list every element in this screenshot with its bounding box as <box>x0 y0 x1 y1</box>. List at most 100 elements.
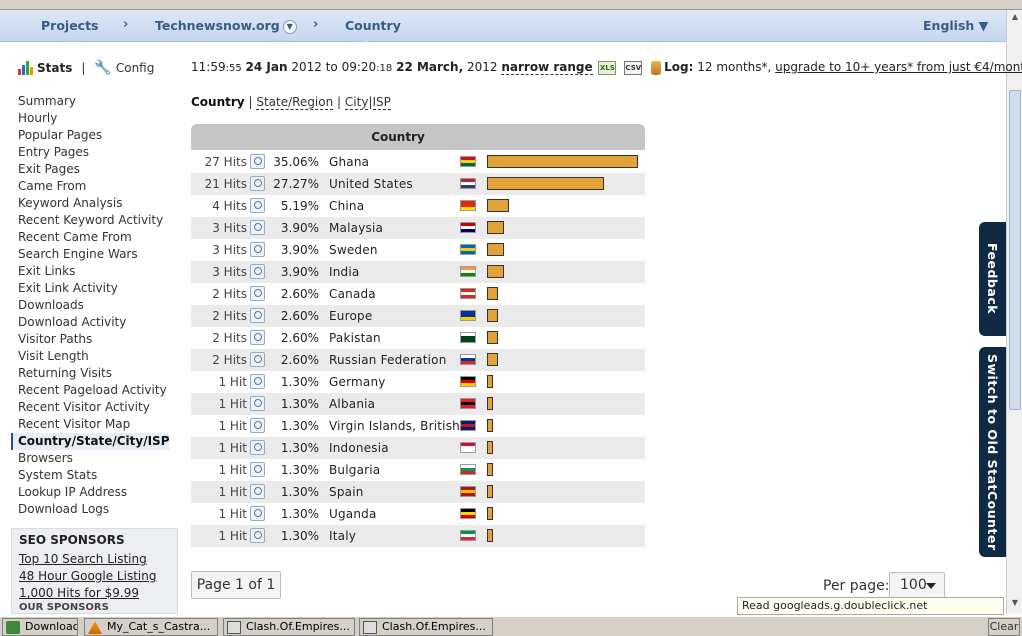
sidebar-item[interactable]: Country/State/City/ISP <box>11 433 170 450</box>
sponsor-link[interactable]: 1,000 Hits for $9.99 <box>19 585 177 602</box>
table-row: 3 Hits 3.90% Malaysia <box>191 217 645 239</box>
sidebar-item[interactable]: Came From <box>18 178 178 195</box>
flag-icon <box>460 288 476 299</box>
sidebar-item[interactable]: Recent Keyword Activity <box>18 212 178 229</box>
sponsor-link[interactable]: Top 10 Search Listing <box>19 551 177 568</box>
scroll-up-icon[interactable]: ▲ <box>1009 12 1021 24</box>
magnify-icon[interactable] <box>250 286 265 301</box>
sponsor-link[interactable]: 48 Hour Google Listing <box>19 568 177 585</box>
sidebar-item[interactable]: Exit Pages <box>18 161 178 178</box>
top-nav-bar: Projects › Technewsnow.org ▼ › Country En… <box>0 10 1006 42</box>
magnify-icon[interactable] <box>250 264 265 279</box>
sidebar-item[interactable]: Download Logs <box>18 501 178 518</box>
magnify-icon[interactable] <box>250 242 265 257</box>
date-range-row: 11:59:55 24 Jan 2012 to 09:20:18 22 Marc… <box>191 60 1022 75</box>
tab-isp[interactable]: ISP <box>372 95 391 110</box>
language-selector[interactable]: English ▼ <box>923 18 988 33</box>
sidebar-item[interactable]: Summary <box>18 93 178 110</box>
nav-site-selector[interactable]: Technewsnow.org ▼ <box>155 18 297 34</box>
sidebar-item[interactable]: Keyword Analysis <box>18 195 178 212</box>
sidebar-item[interactable]: Popular Pages <box>18 127 178 144</box>
toolbar-separator: | <box>81 61 86 75</box>
page-scrollbar[interactable]: ▲ ▼ <box>1006 10 1022 614</box>
sidebar-item[interactable]: Browsers <box>18 450 178 467</box>
percentage: 3.90% <box>280 265 319 279</box>
upgrade-link[interactable]: upgrade to 10+ years* from just €4/month <box>775 60 1022 74</box>
flag-icon <box>460 156 476 167</box>
magnify-icon[interactable] <box>250 374 265 389</box>
nav-active-pointer <box>359 36 373 43</box>
magnify-icon[interactable] <box>250 418 265 433</box>
excel-icon[interactable]: XLS <box>598 60 617 75</box>
narrow-range-link[interactable]: narrow range <box>501 60 593 75</box>
sidebar-item[interactable]: Entry Pages <box>18 144 178 161</box>
magnify-icon[interactable] <box>250 440 265 455</box>
magnify-icon[interactable] <box>250 462 265 477</box>
sidebar-item[interactable]: Visit Length <box>18 348 178 365</box>
percentage-bar <box>487 243 504 256</box>
taskbar-downloads[interactable]: Downloads <box>2 618 78 636</box>
sidebar-item[interactable]: Downloads <box>18 297 178 314</box>
hits-count: 2 Hits <box>212 287 247 301</box>
hits-count: 1 Hit <box>218 485 247 499</box>
sidebar-item[interactable]: Exit Links <box>18 263 178 280</box>
feedback-tab[interactable]: Feedback <box>979 222 1006 336</box>
magnify-icon[interactable] <box>250 528 265 543</box>
flag-icon <box>460 332 476 343</box>
sidebar-item[interactable]: Recent Visitor Map <box>18 416 178 433</box>
sidebar-item[interactable]: Recent Came From <box>18 229 178 246</box>
magnify-icon[interactable] <box>250 154 265 169</box>
magnify-icon[interactable] <box>250 396 265 411</box>
country-name: Italy <box>329 529 357 543</box>
magnify-icon[interactable] <box>250 484 265 499</box>
sidebar-item[interactable]: Recent Pageload Activity <box>18 382 178 399</box>
magnify-icon[interactable] <box>250 198 265 213</box>
sidebar-item[interactable]: Recent Visitor Activity <box>18 399 178 416</box>
percentage: 1.30% <box>280 529 319 543</box>
nav-projects[interactable]: Projects <box>41 18 99 33</box>
flag-icon <box>460 530 476 541</box>
taskbar-clash-1[interactable]: Clash.Of.Empires... <box>223 618 355 636</box>
per-page-select[interactable]: 100 <box>889 572 945 599</box>
magnify-icon[interactable] <box>250 176 265 191</box>
tab-country[interactable]: Country <box>191 95 245 109</box>
status-tooltip: Read googleads.g.doubleclick.net <box>737 597 1004 615</box>
country-name: Europe <box>329 309 373 323</box>
magnify-icon[interactable] <box>250 308 265 323</box>
magnify-icon[interactable] <box>250 220 265 235</box>
sidebar-item[interactable]: Exit Link Activity <box>18 280 178 297</box>
country-table-header: Country <box>191 124 645 150</box>
sidebar-item[interactable]: Visitor Paths <box>18 331 178 348</box>
taskbar-clash-2[interactable]: Clash.Of.Empires... <box>359 618 493 636</box>
sidebar-item[interactable]: Hourly <box>18 110 178 127</box>
stats-link[interactable]: Stats <box>18 61 72 75</box>
sidebar-item[interactable]: Download Activity <box>18 314 178 331</box>
percentage-bar <box>487 177 604 190</box>
config-link[interactable]: 🔧 Config <box>94 60 154 76</box>
chevron-down-icon[interactable]: ▼ <box>282 19 297 34</box>
magnify-icon[interactable] <box>250 506 265 521</box>
magnify-icon[interactable] <box>250 352 265 367</box>
taskbar-vlc[interactable]: My_Cat_s_Castra... <box>84 618 218 636</box>
country-name: Pakistan <box>329 331 381 345</box>
tab-state-region[interactable]: State/Region <box>256 95 334 110</box>
end-date[interactable]: 22 March, <box>396 60 463 74</box>
sidebar-item[interactable]: Returning Visits <box>18 365 178 382</box>
table-row: 21 Hits 27.27% United States <box>191 173 645 195</box>
magnify-icon[interactable] <box>250 330 265 345</box>
scroll-down-icon[interactable]: ▼ <box>1009 598 1021 610</box>
scroll-thumb[interactable] <box>1009 90 1021 410</box>
clear-button[interactable]: Clear <box>988 618 1020 636</box>
tab-city[interactable]: City <box>344 95 369 110</box>
switch-old-statcounter-tab[interactable]: Switch to Old StatCounter <box>979 347 1006 557</box>
percentage: 1.30% <box>280 419 319 433</box>
sidebar-item[interactable]: System Stats <box>18 467 178 484</box>
start-date[interactable]: 24 Jan <box>246 60 288 74</box>
table-row: 1 Hit 1.30% Virgin Islands, British <box>191 415 645 437</box>
sidebar-item[interactable]: Lookup IP Address <box>18 484 178 501</box>
taskbar: Downloads My_Cat_s_Castra... Clash.Of.Em… <box>0 616 1022 636</box>
nav-country[interactable]: Country <box>345 18 401 33</box>
sidebar-item[interactable]: Search Engine Wars <box>18 246 178 263</box>
csv-icon[interactable]: CSV <box>624 60 643 75</box>
tab-separator: | <box>337 95 342 109</box>
